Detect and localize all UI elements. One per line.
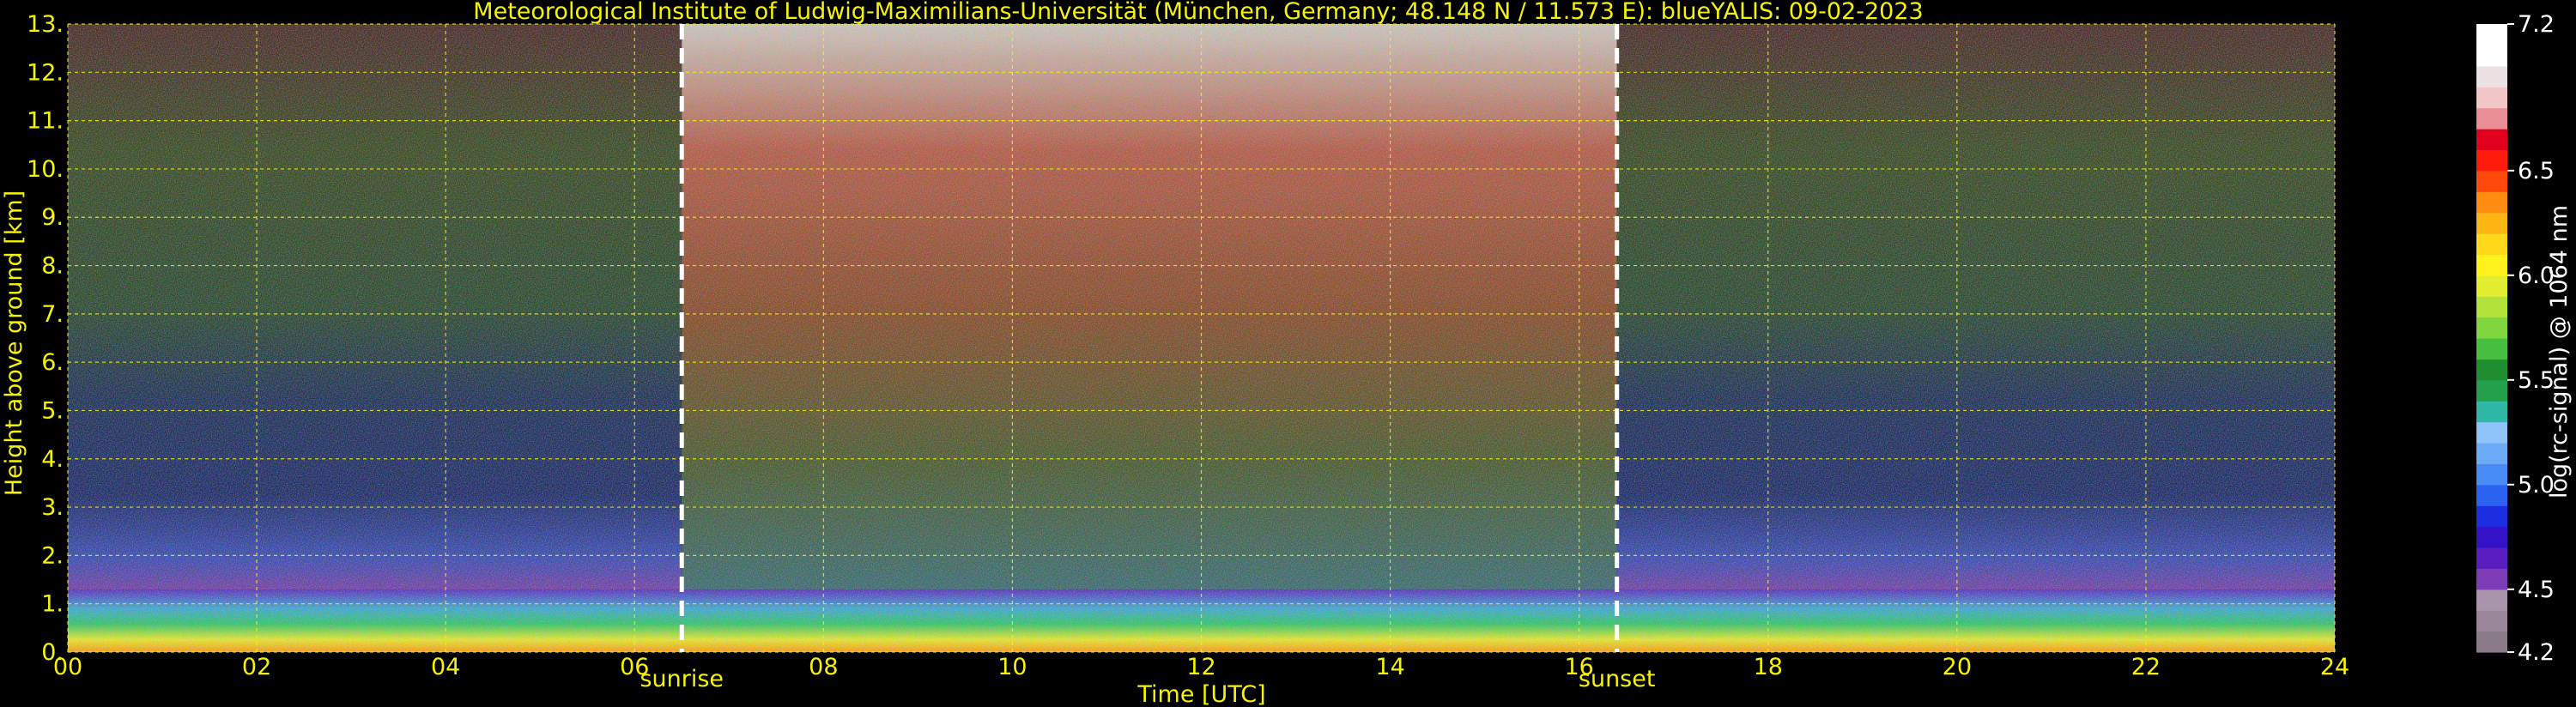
colorbar-segment xyxy=(2476,610,2507,632)
colorbar-segment xyxy=(2476,129,2507,150)
y-tick-label: 2. xyxy=(41,542,64,569)
noise-overlay xyxy=(68,24,2335,652)
x-tick-label: 04 xyxy=(431,654,460,680)
chart-title: Meteorological Institute of Ludwig-Maxim… xyxy=(473,0,1923,25)
x-axis-label: Time [UTC] xyxy=(1136,681,1265,707)
y-tick-label: 6. xyxy=(41,349,64,376)
colorbar-segment xyxy=(2476,233,2507,255)
x-tick-label: 18 xyxy=(1754,654,1783,680)
y-tick-label: 1. xyxy=(41,591,64,618)
x-tick-label: 06 xyxy=(620,654,649,680)
colorbar-segment xyxy=(2476,443,2507,464)
y-tick-label: 13. xyxy=(27,11,64,38)
y-tick-label: 3. xyxy=(41,494,64,521)
x-tick-label: 12 xyxy=(1186,654,1215,680)
colorbar-segment xyxy=(2476,463,2507,486)
x-tick-label: 08 xyxy=(809,654,838,680)
colorbar-segment xyxy=(2476,149,2507,172)
colorbar-tick-label: 6.5 xyxy=(2518,158,2555,184)
colorbar-segment xyxy=(2476,484,2507,506)
y-tick-label: 8. xyxy=(41,253,64,280)
colorbar-tick-label: 7.2 xyxy=(2518,11,2555,38)
colorbar-segment xyxy=(2476,212,2507,234)
x-tick-label: 20 xyxy=(1943,654,1972,680)
colorbar-segment xyxy=(2476,191,2507,214)
colorbar-tick-label: 4.5 xyxy=(2518,577,2555,603)
colorbar-segment xyxy=(2476,317,2507,339)
y-tick-label: 12. xyxy=(27,59,64,86)
colorbar-segment xyxy=(2476,275,2507,297)
colorbar-label: log(rc-signal) @ 1064 nm xyxy=(2546,205,2573,499)
colorbar-segment xyxy=(2476,547,2507,569)
x-tick-label: 16 xyxy=(1564,654,1593,680)
colorbar-segment xyxy=(2476,589,2507,611)
y-tick-label: 7. xyxy=(41,301,64,328)
y-tick-label: 11. xyxy=(27,108,64,135)
colorbar-segment xyxy=(2476,170,2507,192)
y-tick-label: 5. xyxy=(41,397,64,424)
y-tick-label: 10. xyxy=(27,156,64,183)
colorbar-segment xyxy=(2476,296,2507,318)
colorbar-segment xyxy=(2476,254,2507,276)
colorbar-segment xyxy=(2476,359,2507,381)
colorbar-segment xyxy=(2476,526,2507,548)
x-tick-label: 10 xyxy=(997,654,1027,680)
colorbar-segment xyxy=(2476,45,2507,67)
lidar-chart: sunrise sunset00 02 04 06 08 10 12 14 16 18 20 22 240… xyxy=(1,0,2573,707)
y-axis-label: Height above ground [km] xyxy=(1,190,27,496)
y-tick-label: 4. xyxy=(41,446,64,473)
x-tick-label: 14 xyxy=(1375,654,1404,680)
colorbar-segment xyxy=(2476,65,2507,88)
y-tick-label: 9. xyxy=(41,204,64,231)
colorbar-tick-label: 4.2 xyxy=(2518,639,2555,666)
y-tick-label: 0. xyxy=(41,639,64,666)
x-tick-label: 22 xyxy=(2131,654,2161,680)
colorbar-segment xyxy=(2476,87,2507,109)
colorbar-segment xyxy=(2476,107,2507,130)
colorbar-segment xyxy=(2476,338,2507,360)
colorbar-segment xyxy=(2476,24,2507,45)
colorbar-segment xyxy=(2476,568,2507,590)
colorbar-segment xyxy=(2476,401,2507,423)
colorbar-segment xyxy=(2476,631,2507,653)
colorbar-segment xyxy=(2476,505,2507,528)
colorbar-segment xyxy=(2476,379,2507,402)
colorbar-segment xyxy=(2476,421,2507,444)
sunrise-label: sunrise xyxy=(639,666,724,692)
x-tick-label: 02 xyxy=(242,654,271,680)
x-tick-label: 24 xyxy=(2320,654,2349,680)
